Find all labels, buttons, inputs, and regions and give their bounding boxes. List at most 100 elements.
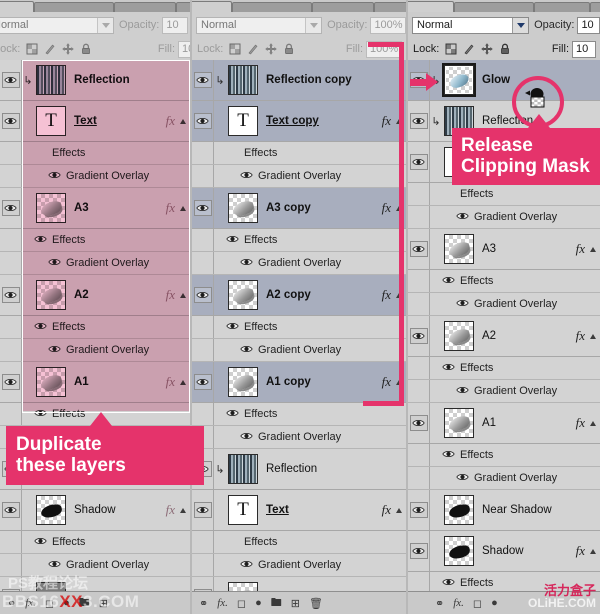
layer-thumbnail[interactable] <box>444 65 474 95</box>
table-row[interactable]: T Text fx <box>0 101 190 142</box>
effects-visibility-toggle[interactable] <box>34 536 47 549</box>
add-layer-mask-icon[interactable]: ◻ <box>237 597 246 610</box>
blend-mode-select-middle[interactable]: Normal <box>196 16 323 34</box>
layer-effects-fx-icon[interactable]: fx <box>382 113 391 129</box>
layer-visibility-toggle[interactable] <box>192 362 214 402</box>
layer-visibility-toggle[interactable] <box>0 490 22 530</box>
lock-transparency-icon[interactable] <box>229 43 241 55</box>
lock-transparency-icon[interactable] <box>445 43 457 55</box>
expand-effects-icon[interactable] <box>396 507 402 513</box>
table-row[interactable]: A2 copy fx <box>192 275 406 316</box>
layer-name[interactable]: Near Shadow <box>482 504 552 516</box>
effects-row[interactable]: Effects <box>192 316 406 339</box>
opacity-input-right[interactable]: 10 <box>577 16 600 34</box>
eye-icon[interactable] <box>240 344 253 354</box>
eye-icon[interactable] <box>196 505 209 515</box>
layer-thumbnail[interactable] <box>36 65 66 95</box>
new-layer-icon[interactable]: ⊞ <box>291 597 300 610</box>
layer-thumbnail[interactable]: T <box>228 495 258 525</box>
table-row[interactable]: A1 fx <box>0 362 190 403</box>
lock-all-icon[interactable] <box>80 43 92 55</box>
layer-effects-fx-icon[interactable]: fx <box>382 287 391 303</box>
layer-thumbnail[interactable] <box>36 193 66 223</box>
effects-visibility-toggle[interactable] <box>226 408 239 421</box>
add-layer-style-icon[interactable]: fx. <box>453 597 464 609</box>
layer-effects-fx-icon[interactable]: fx <box>576 328 585 344</box>
layer-thumbnail[interactable]: T <box>36 106 66 136</box>
eye-icon[interactable] <box>456 472 469 482</box>
eye-icon[interactable] <box>4 505 17 515</box>
effects-visibility-toggle[interactable] <box>442 449 455 462</box>
layer-effects-fx-icon[interactable]: fx <box>576 415 585 431</box>
eye-icon[interactable] <box>196 75 209 85</box>
layer-name[interactable]: Text <box>266 504 289 516</box>
blend-mode-select-right[interactable]: Normal <box>412 16 530 34</box>
eye-icon[interactable] <box>240 257 253 267</box>
effects-visibility-toggle[interactable] <box>226 234 239 247</box>
expand-effects-icon[interactable] <box>590 548 596 554</box>
effect-visibility-toggle[interactable] <box>456 385 469 398</box>
new-group-icon[interactable]: 🖿 <box>271 594 282 613</box>
layer-visibility-toggle[interactable] <box>0 188 22 228</box>
layer-thumbnail[interactable] <box>228 367 258 397</box>
layer-name[interactable]: Glow <box>482 74 510 86</box>
effect-row[interactable]: Gradient Overlay <box>192 252 406 275</box>
table-row[interactable]: Shadow fx <box>408 531 600 572</box>
effect-row[interactable]: Gradient Overlay <box>0 339 190 362</box>
lock-position-icon[interactable] <box>265 43 278 55</box>
effects-row[interactable]: Effects <box>192 142 406 165</box>
effect-visibility-toggle[interactable] <box>48 344 61 357</box>
effect-row[interactable]: Gradient Overlay <box>0 165 190 188</box>
layer-visibility-toggle[interactable] <box>192 101 214 141</box>
layer-name[interactable]: A3 copy <box>266 202 311 214</box>
add-layer-style-icon[interactable]: fx. <box>217 597 228 609</box>
layer-visibility-toggle[interactable] <box>192 188 214 228</box>
effects-visibility-toggle[interactable] <box>34 321 47 334</box>
effects-row[interactable]: Effects <box>408 183 600 206</box>
eye-icon[interactable] <box>196 377 209 387</box>
eye-icon[interactable] <box>196 290 209 300</box>
layer-name[interactable]: Reflection <box>266 463 317 475</box>
layer-thumbnail[interactable] <box>444 234 474 264</box>
effect-visibility-toggle[interactable] <box>240 170 253 183</box>
layer-name[interactable]: Reflection <box>74 74 130 86</box>
effect-visibility-toggle[interactable] <box>456 472 469 485</box>
layer-visibility-toggle[interactable] <box>0 101 22 141</box>
layer-name[interactable]: A2 copy <box>266 289 311 301</box>
effect-row[interactable]: Gradient Overlay <box>408 380 600 403</box>
effects-row[interactable]: Effects <box>408 270 600 293</box>
eye-icon[interactable] <box>48 559 61 569</box>
layer-effects-fx-icon[interactable]: fx <box>166 502 175 518</box>
effects-row[interactable]: Effects <box>192 403 406 426</box>
effect-row[interactable]: Gradient Overlay <box>192 165 406 188</box>
effect-visibility-toggle[interactable] <box>240 559 253 572</box>
opacity-input-middle[interactable]: 100% <box>370 16 406 34</box>
table-row[interactable]: A1 fx <box>408 403 600 444</box>
new-adjustment-layer-icon[interactable]: ● <box>491 597 498 609</box>
effect-row[interactable]: Gradient Overlay <box>0 252 190 275</box>
lock-image-icon[interactable] <box>247 43 259 55</box>
eye-icon[interactable] <box>48 257 61 267</box>
link-layers-icon[interactable]: ⚭ <box>435 597 444 610</box>
table-row[interactable]: A2 fx <box>0 275 190 316</box>
eye-icon[interactable] <box>4 116 17 126</box>
eye-icon[interactable] <box>48 344 61 354</box>
table-row[interactable]: ↳ Reflection <box>192 449 406 490</box>
effects-visibility-toggle[interactable] <box>34 234 47 247</box>
table-row[interactable]: A3 fx <box>408 229 600 270</box>
expand-effects-icon[interactable] <box>590 246 596 252</box>
expand-effects-icon[interactable] <box>590 333 596 339</box>
layer-thumbnail[interactable] <box>228 65 258 95</box>
effect-visibility-toggle[interactable] <box>456 211 469 224</box>
layer-visibility-toggle[interactable] <box>408 403 430 443</box>
effects-row[interactable]: Effects <box>0 316 190 339</box>
effects-row[interactable]: Effects <box>408 357 600 380</box>
layer-name[interactable]: A2 <box>482 330 496 342</box>
eye-icon[interactable] <box>412 244 425 254</box>
eye-icon[interactable] <box>412 546 425 556</box>
eye-icon[interactable] <box>442 275 455 285</box>
effect-row[interactable]: Gradient Overlay <box>408 293 600 316</box>
effect-visibility-toggle[interactable] <box>240 344 253 357</box>
eye-icon[interactable] <box>226 408 239 418</box>
expand-effects-icon[interactable] <box>180 118 186 124</box>
